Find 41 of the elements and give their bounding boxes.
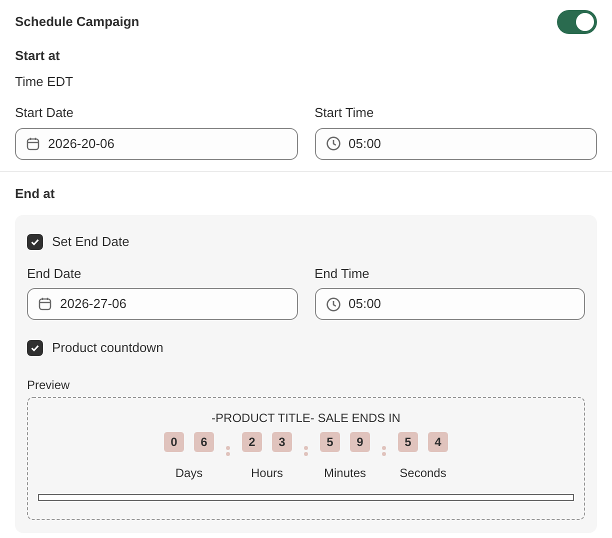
clock-icon [326,136,340,151]
field-label: End Date [27,264,82,282]
calendar-icon [38,297,52,311]
date-field[interactable]: 2026-20-06 [15,128,298,160]
field-label: Start Time [314,104,375,122]
section-heading: Start at [15,47,61,65]
field-label: Start Date [15,104,75,122]
field-value: 2026-27-06 [60,295,126,314]
countdown-digit: 5 [320,432,340,452]
field-label: End Time [314,264,370,282]
clock-icon [326,296,340,312]
toggle-switch[interactable] [557,10,597,34]
checkbox[interactable] [27,340,43,356]
countdown-digit: 0 [164,432,184,452]
field-value: 05:00 [348,295,382,314]
unit-label: Minutes [324,464,366,482]
preview-label: Preview [27,376,71,394]
section-title: Schedule Campaign [15,13,140,32]
calendar-icon [26,136,40,150]
countdown-digit: 2 [242,432,262,452]
field-value: 05:00 [348,134,382,153]
unit-label: Seconds [400,464,446,482]
time-field[interactable]: 05:00 [314,128,597,160]
countdown-digit: 6 [194,432,214,452]
checkbox-label: Product countdown [52,339,164,357]
date-field[interactable]: 2026-27-06 [27,288,298,320]
field-value: 2026-20-06 [48,134,114,153]
time-field[interactable]: 05:00 [314,288,585,320]
countdown-digit: 5 [398,432,418,452]
countdown-digit: 9 [350,432,370,452]
checkmark-icon [30,236,40,247]
checkbox-label: Set End Date [52,233,130,251]
countdown-digit: 4 [428,432,448,452]
checkbox[interactable] [27,234,43,250]
checkmark-icon [30,342,40,353]
countdown-title: -PRODUCT TITLE- SALE ENDS IN [212,410,400,426]
countdown-digit: 3 [272,432,292,452]
timezone-text: Time EDT [15,72,74,90]
unit-label: Hours [250,464,283,482]
unit-label: Days [175,464,203,482]
section-heading: End at [15,184,56,202]
